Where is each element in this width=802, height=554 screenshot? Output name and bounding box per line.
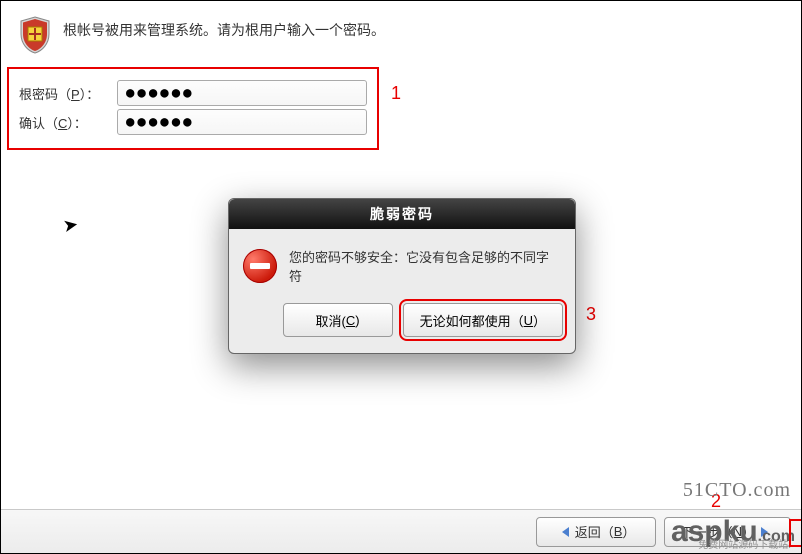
confirm-label: 确认（C）： bbox=[19, 113, 117, 132]
arrow-left-icon bbox=[562, 527, 569, 537]
header-instruction: 根帐号被用来管理系统。请为根用户输入一个密码。 bbox=[63, 16, 385, 40]
annotation-box-fragment bbox=[789, 519, 801, 547]
shield-icon bbox=[19, 16, 63, 57]
cursor-icon: ➤ bbox=[61, 214, 80, 237]
weak-password-dialog: 脆弱密码 您的密码不够安全：它没有包含足够的不同字符 取消(C) 无论如何都使用… bbox=[228, 198, 576, 354]
confirm-input[interactable] bbox=[117, 109, 367, 135]
dialog-message: 您的密码不够安全：它没有包含足够的不同字符 bbox=[289, 247, 561, 285]
watermark-aspku-sub: 免费网站源码下载站! bbox=[698, 536, 791, 551]
error-icon bbox=[243, 249, 277, 283]
password-input[interactable] bbox=[117, 80, 367, 106]
use-anyway-button[interactable]: 无论如何都使用（U） bbox=[403, 303, 563, 337]
dialog-title: 脆弱密码 bbox=[229, 199, 575, 229]
page-header: 根帐号被用来管理系统。请为根用户输入一个密码。 bbox=[1, 1, 801, 57]
annotation-1: 1 bbox=[391, 83, 401, 104]
back-button[interactable]: 返回（B） bbox=[536, 517, 656, 547]
watermark-51cto: 51CTO.com bbox=[683, 479, 791, 502]
annotation-3: 3 bbox=[586, 304, 596, 325]
cancel-button[interactable]: 取消(C) bbox=[283, 303, 393, 337]
password-form-highlight: 根密码（P）： 确认（C）： bbox=[7, 67, 379, 150]
password-label: 根密码（P）： bbox=[19, 84, 117, 103]
